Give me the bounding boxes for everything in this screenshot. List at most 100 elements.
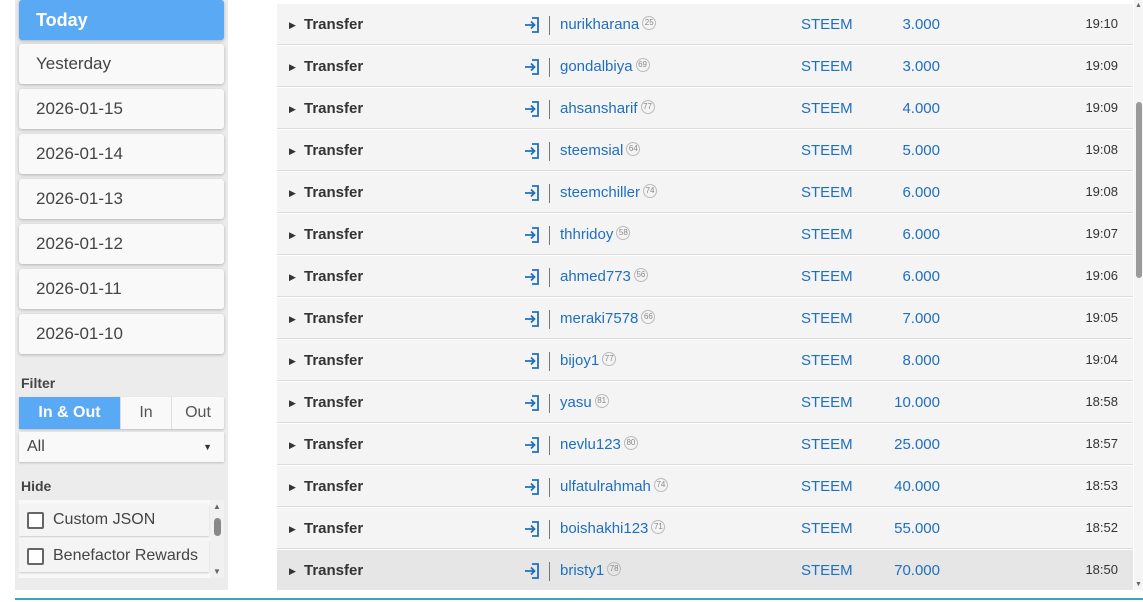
caret-right-icon[interactable]: ▶ (289, 550, 296, 590)
account-link[interactable]: nurikharana 25 (560, 4, 657, 46)
caret-right-icon[interactable]: ▶ (289, 88, 296, 130)
date-button[interactable]: 2026-01-14 (19, 134, 224, 174)
table-row[interactable]: ▶ Transfer ahmed773 56 STEEM 6.000 19:06 (277, 255, 1133, 297)
account-name[interactable]: nurikharana (560, 16, 639, 33)
date-button[interactable]: 2026-01-13 (19, 179, 224, 219)
filter-in-button[interactable]: In (121, 397, 172, 429)
date-button[interactable]: 2026-01-12 (19, 224, 224, 264)
divider (549, 226, 550, 245)
scrollbar-thumb[interactable] (1136, 102, 1142, 278)
scrollbar-thumb[interactable] (214, 518, 221, 536)
table-row[interactable]: ▶ Transfer steemchiller 74 STEEM 6.000 19:08 (277, 171, 1133, 213)
table-row[interactable]: ▶ Transfer meraki7578 66 STEEM 7.000 19:05 (277, 297, 1133, 339)
caret-right-icon[interactable]: ▶ (289, 4, 296, 46)
date-today-button[interactable]: Today (19, 0, 224, 40)
checkbox-icon[interactable] (27, 512, 44, 529)
hide-option-custom-json[interactable]: Custom JSON (19, 504, 209, 536)
hide-list-scrollbar[interactable]: ▲ ▼ (210, 500, 224, 578)
account-name[interactable]: bijoy1 (560, 352, 599, 369)
tx-type: Transfer (304, 16, 364, 33)
account-name[interactable]: meraki7578 (560, 310, 638, 327)
table-row[interactable]: ▶ Transfer ulfatulrahmah 74 STEEM 40.000 18:53 (277, 465, 1133, 507)
reputation-badge: 78 (607, 562, 622, 577)
sign-in-icon (525, 59, 539, 75)
account-name[interactable]: ahmed773 (560, 268, 631, 285)
tx-type: Transfer (304, 268, 364, 285)
account-link[interactable]: ulfatulrahmah 74 (560, 466, 668, 508)
reputation-badge: 58 (616, 226, 631, 241)
table-row[interactable]: ▶ Transfer boishakhi123 71 STEEM 55.000 18:52 (277, 507, 1133, 549)
divider (549, 520, 550, 539)
caret-right-icon[interactable]: ▶ (289, 172, 296, 214)
table-row[interactable]: ▶ Transfer yasu 81 STEEM 10.000 18:58 (277, 381, 1133, 423)
table-row[interactable]: ▶ Transfer gondalbiya 69 STEEM 3.000 19:09 (277, 45, 1133, 87)
table-row[interactable]: ▶ Transfer bijoy1 77 STEEM 8.000 19:04 (277, 339, 1133, 381)
account-link[interactable]: ahmed773 56 (560, 256, 648, 298)
account-name[interactable]: ulfatulrahmah (560, 478, 651, 495)
date-button[interactable]: 2026-01-11 (19, 269, 224, 309)
account-link[interactable]: gondalbiya 69 (560, 46, 650, 88)
filter-out-button[interactable]: Out (172, 397, 224, 429)
amount: 25.000 (894, 436, 940, 453)
account-link[interactable]: boishakhi123 71 (560, 508, 666, 550)
table-row[interactable]: ▶ Transfer thhridoy 58 STEEM 6.000 19:07 (277, 213, 1133, 255)
account-name[interactable]: thhridoy (560, 226, 613, 243)
scroll-down-icon[interactable]: ▼ (1135, 581, 1142, 588)
timestamp: 19:05 (1085, 310, 1118, 325)
account-link[interactable]: ahsansharif 77 (560, 88, 655, 130)
account-link[interactable]: steemsial 64 (560, 130, 641, 172)
amount: 70.000 (894, 562, 940, 579)
caret-right-icon[interactable]: ▶ (289, 214, 296, 256)
account-name[interactable]: ahsansharif (560, 100, 638, 117)
caret-right-icon[interactable]: ▶ (289, 130, 296, 172)
account-name[interactable]: yasu (560, 394, 592, 411)
divider (549, 142, 550, 161)
date-yesterday-button[interactable]: Yesterday (19, 44, 224, 84)
account-name[interactable]: nevlu123 (560, 436, 621, 453)
reputation-badge: 69 (635, 58, 650, 73)
caret-right-icon[interactable]: ▶ (289, 466, 296, 508)
scroll-up-icon[interactable]: ▲ (213, 502, 221, 511)
filter-in-out-button[interactable]: In & Out (19, 397, 121, 429)
sign-in-icon (525, 311, 539, 327)
type-select[interactable]: All ▼ (19, 432, 224, 462)
caret-right-icon[interactable]: ▶ (289, 508, 296, 550)
date-button[interactable]: 2026-01-15 (19, 89, 224, 129)
account-link[interactable]: yasu 81 (560, 382, 609, 424)
account-link[interactable]: meraki7578 66 (560, 298, 656, 340)
account-link[interactable]: steemchiller 74 (560, 172, 658, 214)
caret-right-icon[interactable]: ▶ (289, 46, 296, 88)
caret-right-icon[interactable]: ▶ (289, 424, 296, 466)
account-name[interactable]: boishakhi123 (560, 520, 648, 537)
account-link[interactable]: nevlu123 80 (560, 424, 638, 466)
account-link[interactable]: bijoy1 77 (560, 340, 617, 382)
account-link[interactable]: bristy1 78 (560, 550, 622, 590)
account-name[interactable]: bristy1 (560, 562, 604, 579)
tx-type: Transfer (304, 436, 364, 453)
caret-right-icon[interactable]: ▶ (289, 298, 296, 340)
caret-right-icon[interactable]: ▶ (289, 340, 296, 382)
divider (549, 58, 550, 77)
asset-symbol: STEEM (801, 562, 853, 579)
table-row[interactable]: ▶ Transfer ahsansharif 77 STEEM 4.000 19:09 (277, 87, 1133, 129)
divider (549, 16, 550, 35)
account-name[interactable]: gondalbiya (560, 58, 633, 75)
page-scrollbar[interactable]: ▲ ▼ (1134, 0, 1143, 590)
amount: 4.000 (902, 100, 940, 117)
account-link[interactable]: thhridoy 58 (560, 214, 631, 256)
caret-right-icon[interactable]: ▶ (289, 382, 296, 424)
scroll-up-icon[interactable]: ▲ (1135, 2, 1142, 9)
scroll-down-icon[interactable]: ▼ (213, 567, 221, 576)
account-name[interactable]: steemsial (560, 142, 623, 159)
table-row[interactable]: ▶ Transfer nevlu123 80 STEEM 25.000 18:57 (277, 423, 1133, 465)
asset-symbol: STEEM (801, 226, 853, 243)
timestamp: 19:07 (1085, 226, 1118, 241)
hide-option-benefactor-rewards[interactable]: Benefactor Rewards (19, 540, 209, 572)
table-row[interactable]: ▶ Transfer nurikharana 25 STEEM 3.000 19:10 (277, 3, 1133, 45)
date-button[interactable]: 2026-01-10 (19, 314, 224, 354)
table-row[interactable]: ▶ Transfer bristy1 78 STEEM 70.000 18:50 (277, 549, 1133, 590)
table-row[interactable]: ▶ Transfer steemsial 64 STEEM 5.000 19:08 (277, 129, 1133, 171)
account-name[interactable]: steemchiller (560, 184, 640, 201)
caret-right-icon[interactable]: ▶ (289, 256, 296, 298)
checkbox-icon[interactable] (27, 548, 44, 565)
